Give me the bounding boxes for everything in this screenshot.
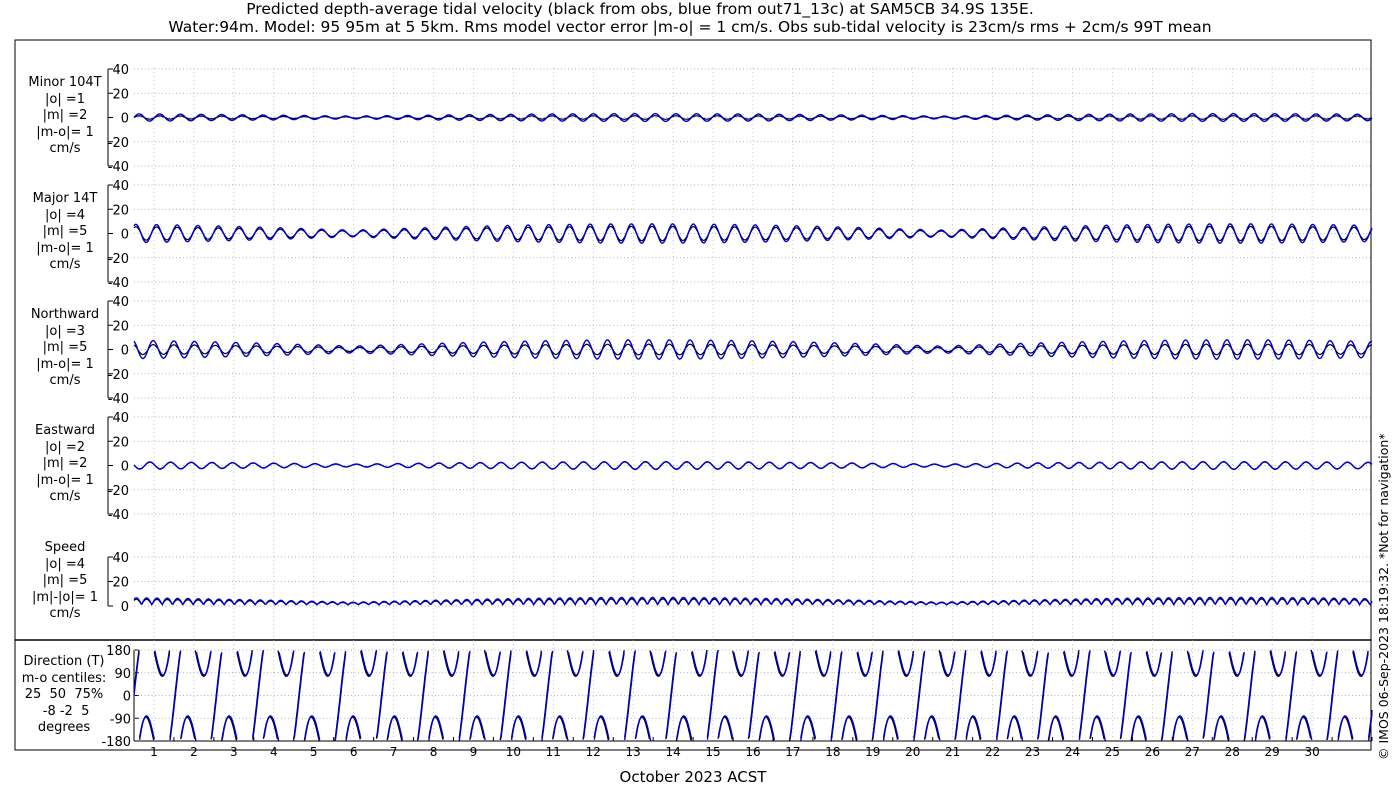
panel-label: Northward |o| =3 |m| =5 |m-o|= 1 cm/s — [20, 307, 110, 390]
panel-label-line: cm/s — [49, 257, 81, 272]
y-tick-label: 90 — [114, 667, 131, 682]
x-tick-label: 4 — [270, 745, 278, 759]
x-tick-label: 6 — [350, 745, 358, 759]
model-series-line — [133, 596, 1373, 607]
panel-label-line: |o| =3 — [44, 323, 85, 339]
y-tick-label: 0 — [121, 344, 129, 359]
panel-label-line: Major 14T — [32, 191, 98, 206]
y-tick-label: 40 — [112, 179, 129, 194]
x-tick-label: 22 — [985, 745, 1000, 759]
y-tick-label: 0 — [121, 460, 129, 475]
y-tick-label: -40 — [108, 508, 129, 523]
y-tick-label: 20 — [112, 87, 129, 102]
panel-label-line: Eastward — [34, 423, 96, 438]
tidal-velocity-figure: 40200-20-4040200-20-4040200-20-4040200-2… — [14, 39, 1373, 759]
imos-credit: © IMOS 06-Sep-2023 18:19:32. *Not for na… — [1376, 433, 1391, 760]
x-tick-label: 25 — [1105, 745, 1120, 759]
y-tick-label: 40 — [112, 551, 129, 566]
x-tick-label: 9 — [470, 745, 478, 759]
panel-label: Major 14T |o| =4 |m| =5 |m-o|= 1 cm/s — [20, 191, 110, 274]
y-tick-label: 40 — [112, 411, 129, 426]
figure-frame — [14, 39, 1372, 751]
y-tick-label: 0 — [123, 690, 131, 705]
panel-label-line: |m-o|= 1 — [36, 472, 94, 488]
x-tick-label: 26 — [1145, 745, 1160, 759]
panel-label-line: |m| =5 — [42, 573, 88, 588]
x-tick-label: 12 — [586, 745, 601, 759]
panel-label-line: Minor 104T — [28, 75, 102, 90]
panel-label-line: |m-o|= 1 — [36, 240, 94, 256]
x-tick-label: 1 — [150, 745, 158, 759]
x-tick-label: 24 — [1065, 745, 1080, 759]
y-tick-label: -40 — [108, 160, 129, 175]
x-tick-label: 8 — [430, 745, 438, 759]
panel-label-line: |m-o|= 1 — [36, 356, 94, 372]
direction-label-line: degrees — [37, 720, 91, 735]
x-tick-label: 13 — [626, 745, 641, 759]
y-tick-label: -20 — [108, 136, 129, 151]
panel-label-line: cm/s — [49, 141, 81, 156]
x-tick-label: 29 — [1265, 745, 1280, 759]
y-tick-label: 40 — [112, 295, 129, 310]
y-tick-label: 0 — [121, 228, 129, 243]
x-tick-label: 2 — [190, 745, 198, 759]
x-tick-label: 7 — [390, 745, 398, 759]
x-tick-label: 28 — [1225, 745, 1240, 759]
panel-label: Eastward |o| =2 |m| =2 |m-o|= 1 cm/s — [20, 423, 110, 506]
panel-label: Minor 104T |o| =1 |m| =2 |m-o|= 1 cm/s — [20, 75, 110, 158]
x-tick-label: 5 — [310, 745, 318, 759]
y-tick-label: 20 — [112, 435, 129, 450]
panel-label-line: cm/s — [49, 489, 81, 504]
panel-label-line: |m-o|= 1 — [36, 124, 94, 140]
x-tick-label: 11 — [546, 745, 561, 759]
panel-label-line: |m| =5 — [42, 224, 88, 239]
x-tick-label: 16 — [745, 745, 760, 759]
panel-label-line: Speed — [44, 540, 86, 555]
x-tick-label: 20 — [905, 745, 920, 759]
y-tick-label: -20 — [108, 252, 129, 267]
x-tick-label: 10 — [506, 745, 521, 759]
panel-label-line: |m| =2 — [42, 456, 88, 471]
panel-label-line: |o| =4 — [44, 556, 85, 572]
x-tick-label: 18 — [825, 745, 840, 759]
x-tick-label: 14 — [665, 745, 680, 759]
x-tick-label: 15 — [705, 745, 720, 759]
panel-label-line: |m| =2 — [42, 108, 88, 123]
x-tick-label: 17 — [785, 745, 800, 759]
direction-label-line: -8 -2 5 — [38, 703, 90, 719]
y-tick-label: -20 — [108, 484, 129, 499]
x-tick-label: 21 — [945, 745, 960, 759]
panel-label: Speed |o| =4 |m| =5 |m|-|o|= 1 cm/s — [20, 540, 110, 623]
panel-label-line: |o| =1 — [44, 91, 85, 107]
y-tick-label: -180 — [101, 735, 131, 750]
y-tick-label: -40 — [108, 392, 129, 407]
y-tick-label: -20 — [108, 368, 129, 383]
x-tick-label: 23 — [1025, 745, 1040, 759]
y-tick-label: -40 — [108, 276, 129, 291]
y-tick-label: 20 — [112, 319, 129, 334]
x-tick-label: 3 — [230, 745, 238, 759]
x-tick-label: 27 — [1185, 745, 1200, 759]
direction-label-line: Direction (T) — [23, 654, 105, 669]
panel-label-line: |o| =4 — [44, 207, 85, 223]
y-tick-label: 20 — [112, 576, 129, 591]
panel-label-line: |o| =2 — [44, 439, 85, 455]
direction-panel-label: Direction (T) m-o centiles: 25 50 75% -8 -… — [16, 654, 112, 737]
x-axis-label: October 2023 ACST — [619, 768, 767, 786]
y-tick-label: 0 — [121, 112, 129, 127]
y-tick-label: 40 — [112, 63, 129, 78]
direction-label-line: 25 50 75% — [24, 687, 104, 702]
x-tick-label: 19 — [865, 745, 880, 759]
direction-label-line: m-o centiles: — [21, 670, 107, 686]
panel-label-line: Northward — [30, 307, 100, 322]
y-tick-label: -90 — [110, 712, 131, 727]
y-tick-label: 20 — [112, 203, 129, 218]
panel-label-line: cm/s — [49, 606, 81, 621]
x-tick-label: 30 — [1304, 745, 1319, 759]
panel-label-line: |m| =5 — [42, 340, 88, 355]
panel-label-line: |m|-|o|= 1 — [31, 589, 99, 605]
y-tick-label: 0 — [121, 600, 129, 615]
panel-label-line: cm/s — [49, 373, 81, 388]
